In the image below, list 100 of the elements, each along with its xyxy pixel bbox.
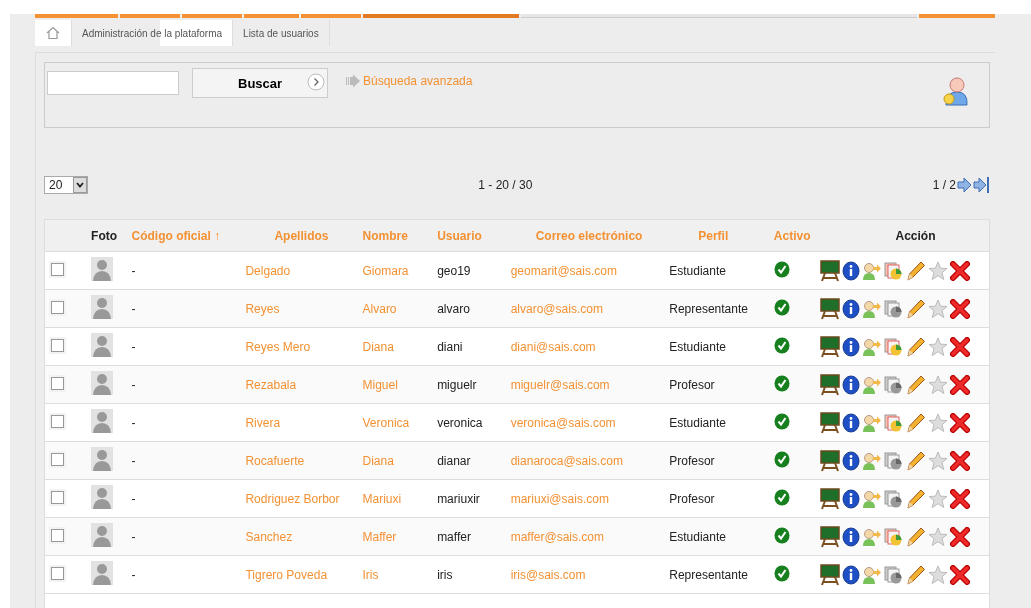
- info-icon[interactable]: [842, 450, 861, 471]
- check-icon[interactable]: [773, 374, 790, 392]
- pencil-icon[interactable]: [906, 487, 927, 510]
- check-icon[interactable]: [773, 336, 790, 354]
- sortable-column-header[interactable]: Usuario: [436, 219, 510, 252]
- pencil-icon[interactable]: [906, 373, 927, 396]
- email-link[interactable]: diani@sais.com: [510, 339, 596, 354]
- sortable-column-header[interactable]: Perfil: [668, 219, 773, 252]
- blackboard-icon[interactable]: [820, 525, 841, 548]
- info-icon[interactable]: [842, 336, 861, 357]
- sortable-column-header[interactable]: Activo: [772, 219, 820, 252]
- blackboard-icon[interactable]: [820, 373, 841, 396]
- last-name-link[interactable]: Rezabala: [245, 377, 297, 392]
- email-link[interactable]: veronica@sais.com: [510, 415, 616, 430]
- info-icon[interactable]: [842, 564, 861, 585]
- pencil-icon[interactable]: [906, 411, 927, 434]
- blackboard-icon[interactable]: [820, 487, 841, 510]
- email-link[interactable]: dianaroca@sais.com: [510, 453, 623, 468]
- last-name-link[interactable]: Rocafuerte: [245, 453, 305, 468]
- first-name-link[interactable]: Diana: [362, 453, 394, 468]
- row-checkbox[interactable]: [51, 262, 64, 276]
- next-page-icon[interactable]: [957, 177, 972, 193]
- first-name-link[interactable]: Veronica: [362, 415, 410, 430]
- check-icon[interactable]: [773, 450, 790, 468]
- row-checkbox[interactable]: [51, 338, 64, 352]
- blackboard-icon[interactable]: [820, 449, 841, 472]
- advanced-search-link[interactable]: Búsqueda avanzada: [363, 74, 473, 88]
- page-size-select[interactable]: 20: [44, 176, 88, 194]
- first-name-link[interactable]: Alvaro: [362, 301, 397, 316]
- star-icon[interactable]: [928, 450, 949, 471]
- row-checkbox[interactable]: [51, 528, 64, 542]
- last-name-link[interactable]: Reyes Mero: [245, 339, 311, 354]
- last-name-link[interactable]: Rivera: [245, 415, 281, 430]
- sortable-column-header[interactable]: Correo electrónico: [509, 219, 669, 252]
- email-link[interactable]: iris@sais.com: [510, 567, 586, 582]
- pencil-icon[interactable]: [906, 259, 927, 282]
- blackboard-icon[interactable]: [820, 297, 841, 320]
- row-checkbox[interactable]: [51, 376, 64, 390]
- pencil-icon[interactable]: [906, 335, 927, 358]
- last-name-link[interactable]: Tigrero Poveda: [245, 567, 328, 582]
- info-icon[interactable]: [842, 298, 861, 319]
- delete-icon[interactable]: [950, 374, 971, 395]
- star-icon[interactable]: [928, 260, 949, 281]
- info-icon[interactable]: [842, 260, 861, 281]
- email-link[interactable]: alvaro@sais.com: [510, 301, 603, 316]
- delete-icon[interactable]: [950, 260, 971, 281]
- star-icon[interactable]: [928, 564, 949, 585]
- blackboard-icon[interactable]: [820, 259, 841, 282]
- add-user-icon[interactable]: [943, 75, 969, 107]
- last-name-link[interactable]: Delgado: [245, 263, 291, 278]
- row-checkbox[interactable]: [51, 566, 64, 580]
- check-icon[interactable]: [773, 526, 790, 544]
- pencil-icon[interactable]: [906, 525, 927, 548]
- last-page-icon[interactable]: [973, 176, 990, 194]
- delete-icon[interactable]: [950, 450, 971, 471]
- check-icon[interactable]: [773, 564, 790, 582]
- info-icon[interactable]: [842, 374, 861, 395]
- info-icon[interactable]: [842, 488, 861, 509]
- delete-icon[interactable]: [950, 412, 971, 433]
- sortable-column-header[interactable]: Nombre: [361, 219, 437, 252]
- star-icon[interactable]: [928, 526, 949, 547]
- check-icon[interactable]: [773, 260, 790, 278]
- blackboard-icon[interactable]: [820, 335, 841, 358]
- delete-icon[interactable]: [950, 336, 971, 357]
- search-field[interactable]: [47, 71, 179, 95]
- star-icon[interactable]: [928, 412, 949, 433]
- star-icon[interactable]: [928, 374, 949, 395]
- email-link[interactable]: miguelr@sais.com: [510, 377, 610, 392]
- row-checkbox[interactable]: [51, 490, 64, 504]
- pencil-icon[interactable]: [906, 449, 927, 472]
- row-checkbox[interactable]: [51, 414, 64, 428]
- info-icon[interactable]: [842, 412, 861, 433]
- first-name-link[interactable]: Iris: [362, 567, 379, 582]
- delete-icon[interactable]: [950, 526, 971, 547]
- row-checkbox[interactable]: [51, 300, 64, 314]
- delete-icon[interactable]: [950, 488, 971, 509]
- row-checkbox[interactable]: [51, 452, 64, 466]
- delete-icon[interactable]: [950, 564, 971, 585]
- pencil-icon[interactable]: [906, 563, 927, 586]
- star-icon[interactable]: [928, 298, 949, 319]
- sortable-column-header[interactable]: Apellidos: [244, 219, 362, 252]
- check-icon[interactable]: [773, 488, 790, 506]
- search-button[interactable]: Buscar: [192, 68, 328, 98]
- last-name-link[interactable]: Rodriguez Borbor: [245, 491, 340, 506]
- email-link[interactable]: maffer@sais.com: [510, 529, 604, 544]
- star-icon[interactable]: [928, 488, 949, 509]
- first-name-link[interactable]: Giomara: [362, 263, 409, 278]
- info-icon[interactable]: [842, 526, 861, 547]
- first-name-link[interactable]: Diana: [362, 339, 394, 354]
- email-link[interactable]: geomarit@sais.com: [510, 263, 617, 278]
- check-icon[interactable]: [773, 298, 790, 316]
- star-icon[interactable]: [928, 336, 949, 357]
- pencil-icon[interactable]: [906, 297, 927, 320]
- blackboard-icon[interactable]: [820, 563, 841, 586]
- sortable-column-header[interactable]: Código oficial ↑: [130, 219, 245, 252]
- blackboard-icon[interactable]: [820, 411, 841, 434]
- first-name-link[interactable]: Maffer: [362, 529, 397, 544]
- breadcrumb-link[interactable]: Lista de usuarios: [233, 20, 330, 46]
- first-name-link[interactable]: Miguel: [362, 377, 398, 392]
- check-icon[interactable]: [773, 412, 790, 430]
